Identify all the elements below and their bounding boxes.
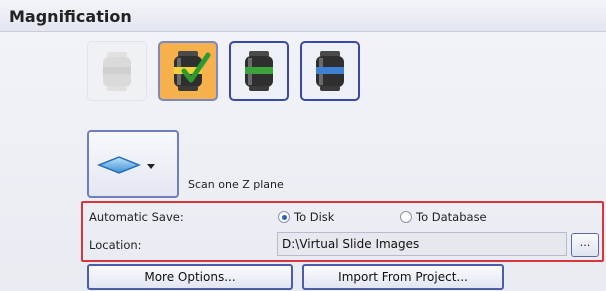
scan-plane-icon [96,156,155,174]
objective-lens-yellow-icon [174,51,211,91]
section-header: Magnification [0,0,606,32]
objective-button-2-selected[interactable] [158,41,218,101]
to-database-label[interactable]: To Database [416,210,487,224]
objective-button-4[interactable] [300,41,360,101]
scan-mode-label: Scan one Z plane [188,178,284,191]
objective-lens-disabled-icon [103,52,131,91]
location-field[interactable]: D:\Virtual Slide Images [277,232,567,256]
automatic-save-label: Automatic Save: [89,210,184,224]
to-database-radio[interactable] [400,211,412,223]
dropdown-arrow-icon [147,164,155,169]
to-disk-label[interactable]: To Disk [294,210,334,224]
location-label: Location: [89,238,142,252]
browse-button[interactable]: ... [571,233,599,257]
objective-lens-blue-icon [316,51,344,91]
objective-lens-green-icon [245,51,273,91]
section-title: Magnification [9,7,132,26]
to-disk-radio[interactable] [278,211,290,223]
more-options-button[interactable]: More Options... [87,264,293,290]
import-from-project-button[interactable]: Import From Project... [302,264,504,290]
objective-button-3[interactable] [229,41,289,101]
objective-button-1 [87,41,147,101]
scan-mode-dropdown-button[interactable] [87,130,179,198]
magnification-panel: Magnification Scan one Z plane Automatic… [0,0,606,291]
